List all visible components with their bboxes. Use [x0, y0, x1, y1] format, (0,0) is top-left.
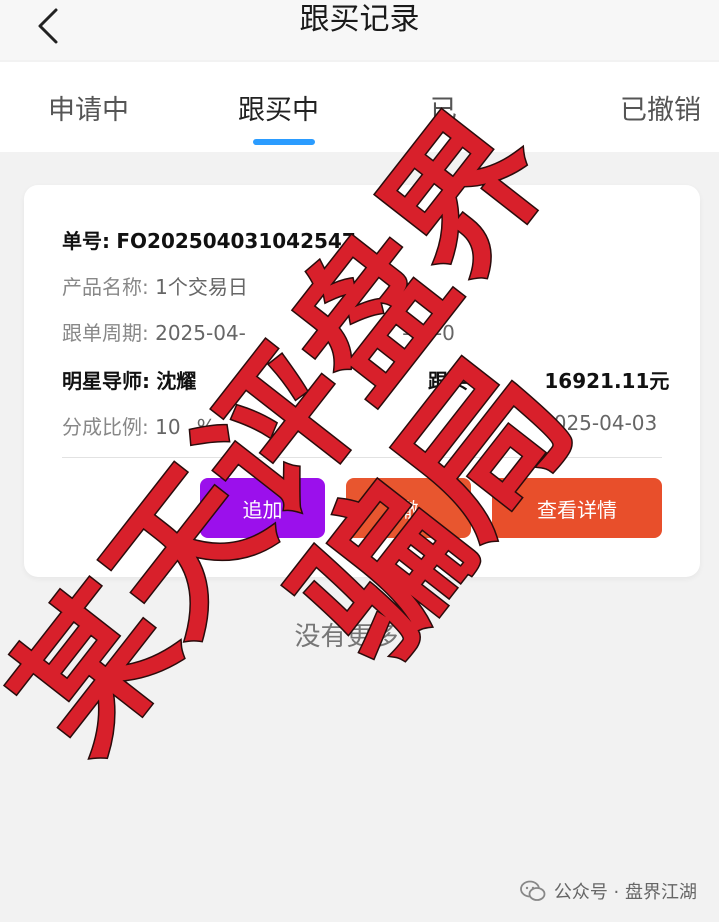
ratio-row: 分成比例: 10% — [62, 411, 216, 440]
follow-order-card: 单号: FO202504031042547 产品名称: 1个交易日 跟单周期: … — [24, 185, 700, 577]
amount-value: 16921.11元 — [544, 369, 670, 393]
source-label: 公众号 · 盘界江湖 — [553, 882, 697, 903]
product-name-value: 1个交易日 — [155, 275, 248, 299]
tab-following[interactable]: 跟买中 — [238, 88, 319, 127]
cancel-button[interactable]: 撤 — [346, 478, 471, 538]
page-title: 跟买记录 — [299, 2, 420, 37]
mentor-value: 沈耀 — [156, 369, 197, 393]
mentor-label: 明星导师: — [62, 369, 150, 393]
amount-label: 跟买 — [428, 369, 468, 393]
status-tabs: 申请中 跟买中 已 已撤销 — [0, 62, 719, 152]
tab-completed[interactable]: 已 — [430, 88, 457, 127]
amount-row: 跟买 16921.11元 — [428, 365, 669, 394]
tab-applying[interactable]: 申请中 — [48, 88, 129, 127]
mentor-row: 明星导师: 沈耀 — [62, 365, 196, 394]
no-more-text: 没有更多了 — [294, 622, 425, 652]
view-details-label: 查看详情 — [537, 497, 617, 522]
ratio-label: 分成比例: — [62, 415, 149, 439]
top-navigation-bar: 跟买记录 — [0, 0, 719, 60]
order-number-value: FO202504031042547 — [116, 229, 356, 253]
add-button[interactable]: 追加 — [200, 478, 325, 538]
period-label: 跟单周期: — [62, 321, 149, 345]
wechat-icon — [519, 880, 546, 901]
tab-cancelled[interactable]: 已撤销 — [620, 88, 701, 127]
view-details-button[interactable]: 查看详情 — [492, 478, 662, 538]
period-row: 跟单周期: 2025-04- -04-0 — [62, 317, 455, 346]
ratio-value: 10 — [155, 415, 181, 439]
product-row: 产品名称: 1个交易日 — [62, 271, 248, 300]
period-value: 2025-04- — [155, 321, 246, 345]
card-divider — [62, 457, 662, 458]
date-row: 2025-04-03 — [541, 411, 657, 435]
order-number-row: 单号: FO202504031042547 — [62, 225, 356, 254]
add-button-label: 追加 — [242, 497, 283, 522]
active-tab-indicator — [253, 139, 315, 145]
order-number-label: 单号: — [62, 229, 110, 253]
date-value: 2025-04-03 — [541, 411, 658, 435]
product-name-label: 产品名称: — [62, 275, 149, 299]
cancel-button-label: 撤 — [398, 497, 419, 522]
source-footer: 公众号 · 盘界江湖 — [519, 878, 697, 904]
period-value-tail: -04-0 — [402, 321, 455, 345]
ratio-value-tail: % — [196, 415, 216, 439]
